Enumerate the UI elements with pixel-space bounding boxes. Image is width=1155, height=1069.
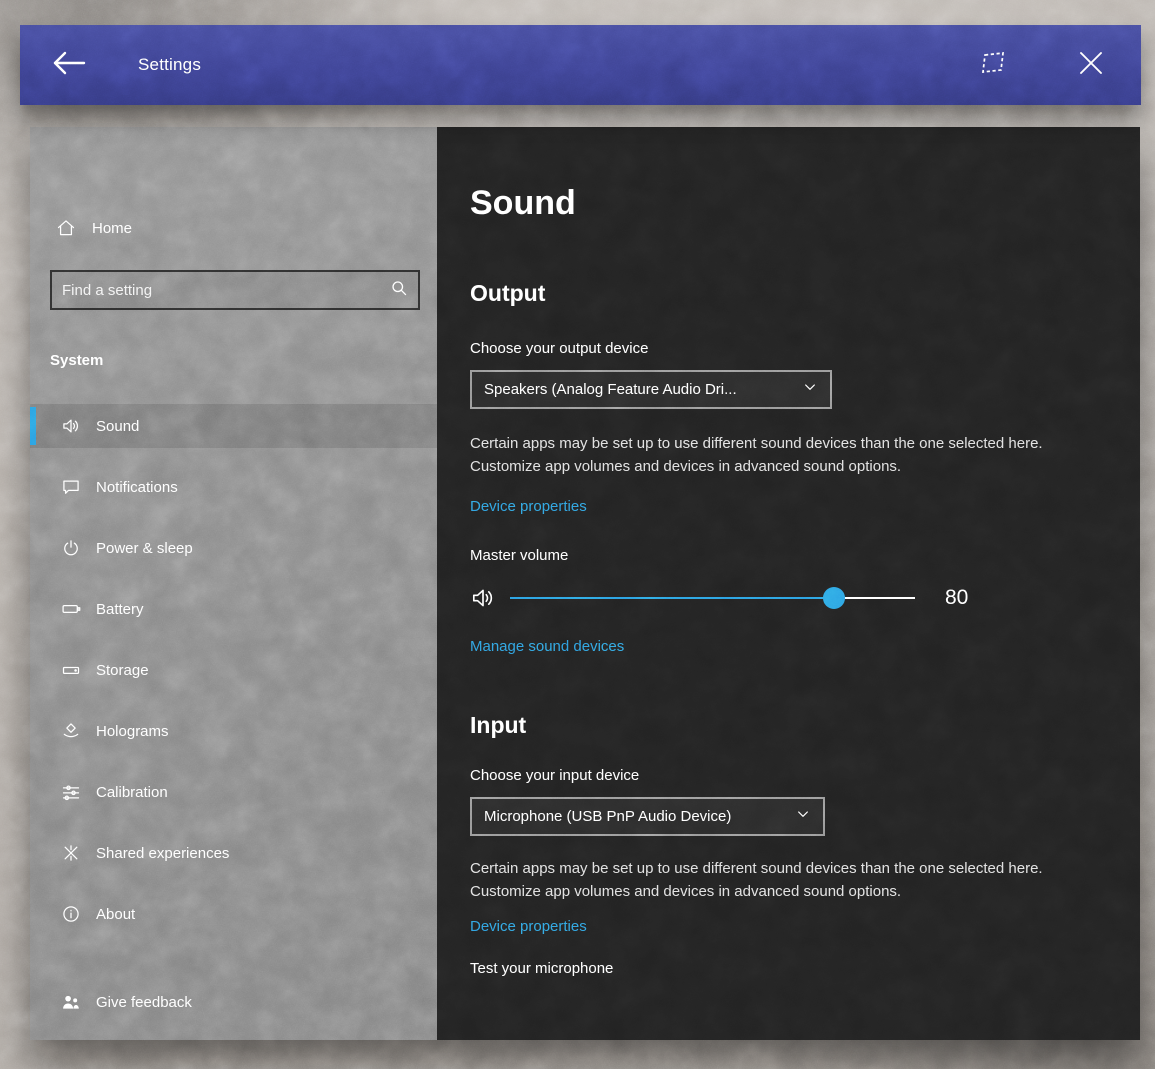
home-icon bbox=[55, 217, 77, 239]
close-icon bbox=[1078, 50, 1104, 81]
shared-experiences-icon bbox=[60, 842, 82, 864]
volume-value: 80 bbox=[945, 586, 968, 610]
sidebar-item-sound[interactable]: Sound bbox=[30, 404, 437, 448]
master-volume-row: 80 bbox=[470, 581, 1140, 615]
titlebar: Settings bbox=[20, 25, 1141, 105]
speaker-icon bbox=[60, 415, 82, 437]
sidebar-item-battery[interactable]: Battery bbox=[30, 587, 437, 631]
sidebar-item-label: Give feedback bbox=[96, 994, 192, 1011]
test-microphone-label: Test your microphone bbox=[470, 959, 613, 979]
sidebar-item-notifications[interactable]: Notifications bbox=[30, 465, 437, 509]
search-box bbox=[50, 270, 420, 310]
sidebar-item-label: Sound bbox=[96, 418, 139, 435]
holograms-icon bbox=[60, 720, 82, 742]
master-volume-label: Master volume bbox=[470, 546, 1140, 566]
sidebar-section-label: System bbox=[50, 352, 437, 372]
output-device-properties-link[interactable]: Device properties bbox=[470, 497, 587, 517]
input-device-value: Microphone (USB PnP Audio Device) bbox=[484, 808, 795, 825]
output-device-value: Speakers (Analog Feature Audio Dri... bbox=[484, 381, 802, 398]
power-icon bbox=[60, 537, 82, 559]
page-title: Sound bbox=[470, 179, 1140, 227]
sidebar-item-label: Power & sleep bbox=[96, 540, 193, 557]
close-button[interactable] bbox=[1071, 47, 1111, 83]
sidebar-item-power-sleep[interactable]: Power & sleep bbox=[30, 526, 437, 570]
feedback-icon bbox=[60, 991, 82, 1013]
notifications-icon bbox=[60, 476, 82, 498]
sidebar-item-label: Storage bbox=[96, 662, 149, 679]
output-device-dropdown[interactable]: Speakers (Analog Feature Audio Dri... bbox=[470, 370, 832, 409]
sidebar-item-label: Holograms bbox=[96, 723, 169, 740]
follow-window-button[interactable] bbox=[973, 49, 1013, 81]
sidebar-item-calibration[interactable]: Calibration bbox=[30, 770, 437, 814]
chevron-down-icon bbox=[802, 379, 818, 400]
about-icon bbox=[60, 903, 82, 925]
window-title: Settings bbox=[138, 55, 201, 75]
selected-indicator bbox=[30, 407, 36, 445]
search-input[interactable] bbox=[62, 282, 390, 299]
sidebar-item-give-feedback[interactable]: Give feedback bbox=[60, 984, 192, 1020]
wall-background: Settings Hom bbox=[0, 0, 1155, 1069]
search-icon[interactable] bbox=[390, 279, 408, 302]
output-device-label: Choose your output device bbox=[470, 339, 1140, 359]
sidebar-item-label: Shared experiences bbox=[96, 845, 229, 862]
sidebar-item-label: Battery bbox=[96, 601, 144, 618]
input-section-heading: Input bbox=[470, 709, 1140, 741]
sidebar-item-label: Home bbox=[92, 220, 132, 237]
battery-icon bbox=[60, 598, 82, 620]
volume-speaker-icon bbox=[470, 585, 496, 611]
follow-window-icon bbox=[978, 50, 1008, 81]
sidebar-item-shared-experiences[interactable]: Shared experiences bbox=[30, 831, 437, 875]
content-pane: Sound Output Choose your output device S… bbox=[437, 127, 1140, 1040]
back-arrow-icon bbox=[50, 50, 88, 81]
sidebar-item-label: Calibration bbox=[96, 784, 168, 801]
input-device-dropdown[interactable]: Microphone (USB PnP Audio Device) bbox=[470, 797, 825, 836]
volume-slider-fill bbox=[510, 597, 834, 599]
output-section-heading: Output bbox=[470, 277, 1140, 309]
input-device-properties-link[interactable]: Device properties bbox=[470, 917, 587, 937]
sidebar: Home System Sound bbox=[30, 127, 437, 1040]
output-description: Certain apps may be set up to use differ… bbox=[470, 432, 1048, 478]
volume-slider[interactable] bbox=[510, 587, 915, 609]
settings-window: Home System Sound bbox=[30, 127, 1140, 1040]
calibration-icon bbox=[60, 781, 82, 803]
manage-sound-devices-link[interactable]: Manage sound devices bbox=[470, 637, 624, 657]
sidebar-item-label: Notifications bbox=[96, 479, 178, 496]
back-button[interactable] bbox=[50, 47, 96, 83]
input-device-label: Choose your input device bbox=[470, 766, 1140, 786]
sidebar-item-label: About bbox=[96, 906, 135, 923]
volume-slider-thumb[interactable] bbox=[823, 587, 845, 609]
sidebar-nav: Sound Notifications Power & sleep bbox=[30, 404, 437, 936]
sidebar-item-holograms[interactable]: Holograms bbox=[30, 709, 437, 753]
chevron-down-icon bbox=[795, 806, 811, 827]
sidebar-item-about[interactable]: About bbox=[30, 892, 437, 936]
input-description: Certain apps may be set up to use differ… bbox=[470, 857, 1048, 903]
sidebar-item-storage[interactable]: Storage bbox=[30, 648, 437, 692]
sidebar-item-home[interactable]: Home bbox=[30, 208, 437, 248]
storage-icon bbox=[60, 659, 82, 681]
